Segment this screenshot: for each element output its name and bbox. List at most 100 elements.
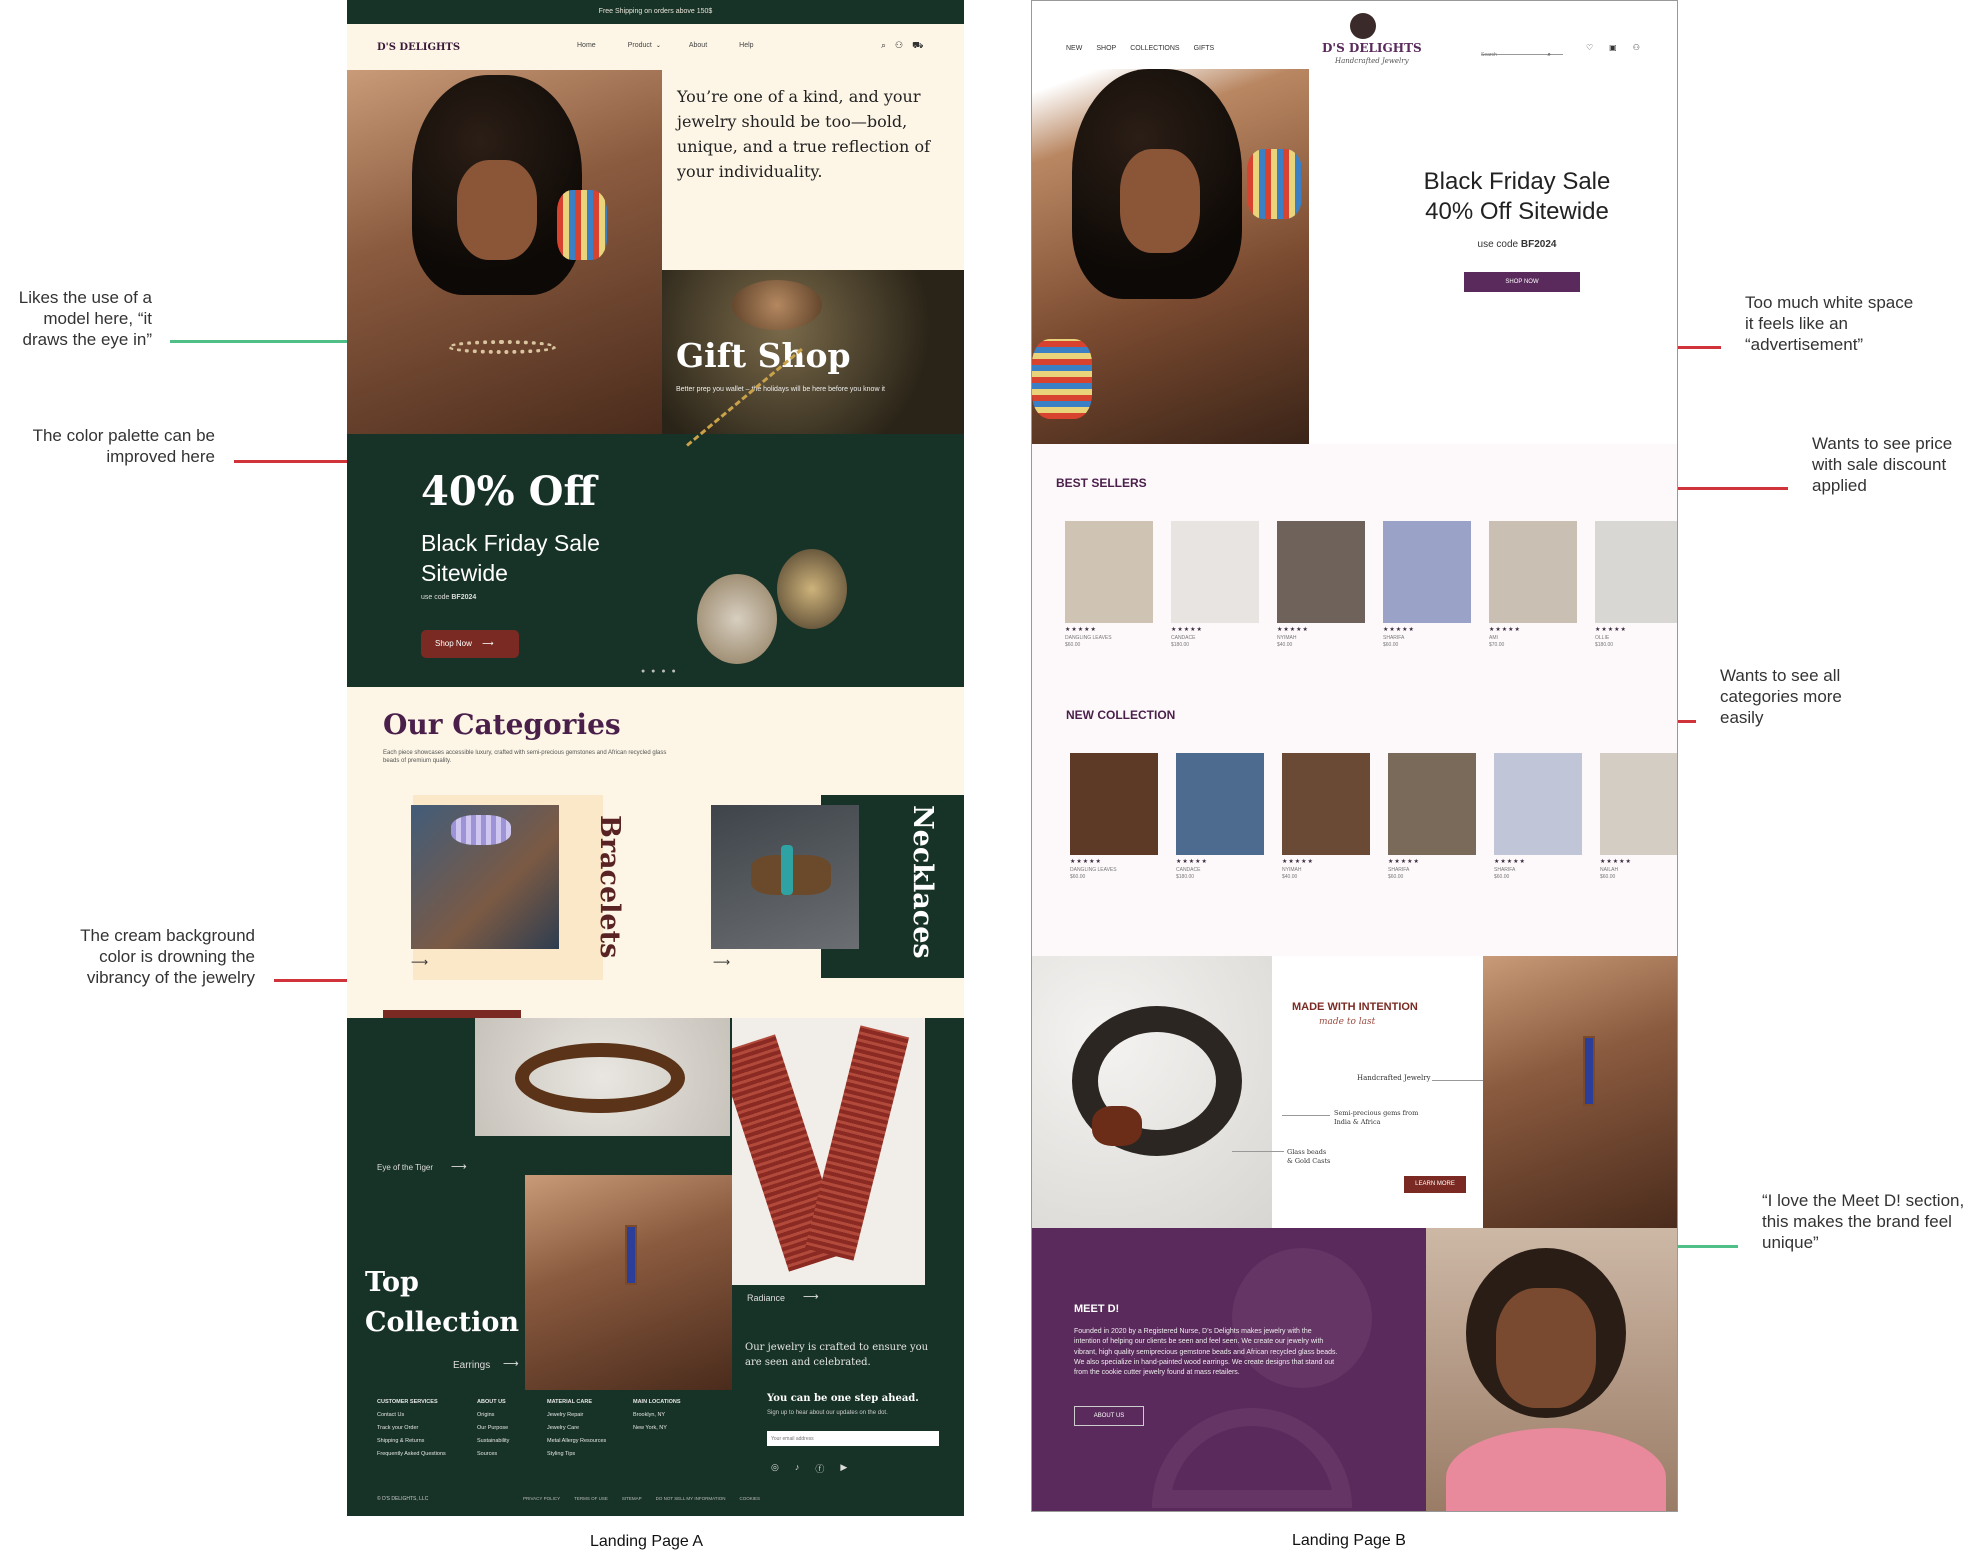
product-card[interactable] xyxy=(1065,521,1153,623)
nav-product[interactable]: Product xyxy=(628,42,652,49)
facebook-icon[interactable]: ⓕ xyxy=(815,1462,824,1475)
arrow-right-icon[interactable]: ⟶ xyxy=(451,1160,467,1173)
promo-bar: Free Shipping on orders above 150$ xyxy=(347,0,964,24)
gift-shop-banner[interactable]: Gift Shop Better prep you wallet – the h… xyxy=(662,270,964,434)
callout-line xyxy=(1232,1151,1284,1152)
logo[interactable]: D'S DELIGHTS xyxy=(1322,41,1422,55)
legal-link[interactable]: DO NOT SELL MY INFORMATION xyxy=(656,1496,726,1501)
product-card[interactable] xyxy=(1494,753,1582,855)
cart-icon[interactable]: ⛟ xyxy=(912,40,923,52)
collection-earrings-label[interactable]: Earrings xyxy=(453,1360,490,1371)
product-name[interactable]: NYIMAH xyxy=(1277,635,1296,642)
carousel-dots[interactable]: ● ● ● ● xyxy=(641,668,678,675)
product-name[interactable]: DANGLING LEAVES xyxy=(1070,867,1117,874)
heart-icon[interactable]: ♡ xyxy=(1586,43,1593,52)
footer-link[interactable]: Styling Tips xyxy=(547,1448,613,1461)
footer-link[interactable]: Jewelry Repair xyxy=(547,1409,613,1422)
collection-radiance-label[interactable]: Radiance xyxy=(747,1293,785,1303)
product-name[interactable]: NAILAH xyxy=(1600,867,1618,874)
bracelet-photo xyxy=(1032,956,1272,1228)
footer-link[interactable]: Brooklyn, NY xyxy=(633,1409,693,1422)
nav-gifts[interactable]: GIFTS xyxy=(1194,45,1215,52)
footer-link[interactable]: Contact Us xyxy=(377,1409,457,1422)
callout-glass: Glass beads & Gold Casts xyxy=(1287,1148,1330,1166)
footer-heading: ABOUT US xyxy=(477,1399,506,1405)
tiktok-icon[interactable]: ♪ xyxy=(795,1462,800,1475)
legal-link[interactable]: PRIVACY POLICY xyxy=(523,1496,560,1501)
product-name[interactable]: SHARIFA xyxy=(1388,867,1409,874)
product-name[interactable]: AMI xyxy=(1489,635,1498,642)
email-input[interactable] xyxy=(767,1431,939,1446)
footer-link[interactable]: New York, NY xyxy=(633,1422,693,1435)
footer-link[interactable]: Metal Allergy Resources xyxy=(547,1435,613,1448)
product-card[interactable] xyxy=(1277,521,1365,623)
user-icon[interactable]: ⚇ xyxy=(895,40,903,52)
footer-link[interactable]: Track your Order xyxy=(377,1422,457,1435)
footer-link[interactable]: Shipping & Returns xyxy=(377,1435,457,1448)
product-name[interactable]: CANDACE xyxy=(1171,635,1195,642)
legal-link[interactable]: TERMS OF USE xyxy=(574,1496,608,1501)
product-card[interactable] xyxy=(1388,753,1476,855)
nav-new[interactable]: NEW xyxy=(1066,45,1082,52)
product-price: $40.00 xyxy=(1277,642,1293,648)
collection-eye-of-tiger-label[interactable]: Eye of the Tiger xyxy=(377,1163,433,1172)
product-price: $180.00 xyxy=(1595,642,1614,648)
eye-of-tiger-photo[interactable] xyxy=(475,1018,730,1136)
product-card[interactable] xyxy=(1171,521,1259,623)
product-name[interactable]: SHARIFA xyxy=(1494,867,1515,874)
earrings-photo[interactable] xyxy=(525,1175,732,1390)
footer-link[interactable]: Frequently Asked Questions xyxy=(377,1448,457,1461)
about-us-button[interactable]: ABOUT US xyxy=(1074,1406,1144,1426)
product-card[interactable] xyxy=(1600,753,1677,855)
product-card[interactable] xyxy=(1282,753,1370,855)
product-card[interactable] xyxy=(1176,753,1264,855)
product-card[interactable] xyxy=(1489,521,1577,623)
shop-now-button[interactable]: SHOP NOW xyxy=(1464,272,1580,292)
bracelets-photo[interactable] xyxy=(411,805,559,949)
product-card[interactable] xyxy=(1383,521,1471,623)
footer-link[interactable]: Sources xyxy=(477,1448,527,1461)
legal-link[interactable]: COOKIES xyxy=(739,1496,760,1501)
top-collection-title: Top Collection xyxy=(365,1263,519,1343)
product-name[interactable]: DANGLING LEAVES xyxy=(1065,635,1112,642)
arrow-right-icon[interactable]: ⟶ xyxy=(713,955,730,969)
necklaces-photo[interactable] xyxy=(711,805,859,949)
chevron-down-icon[interactable]: ⌄ xyxy=(656,42,661,49)
legal-link[interactable]: SITEMAP xyxy=(622,1496,642,1501)
nav-shop[interactable]: SHOP xyxy=(1096,45,1116,52)
search-input[interactable] xyxy=(1481,52,1543,58)
product-card[interactable] xyxy=(1070,753,1158,855)
product-price: $60.00 xyxy=(1065,642,1081,648)
arrow-right-icon[interactable]: ⟶ xyxy=(503,1357,519,1370)
shop-now-button[interactable]: Shop Now ⟶ xyxy=(421,630,519,658)
instagram-icon[interactable]: ◎ xyxy=(771,1462,779,1475)
nav-about[interactable]: About xyxy=(689,42,707,49)
footer-link[interactable]: Sustainability xyxy=(477,1435,527,1448)
arrow-right-icon: ⟶ xyxy=(482,639,494,648)
category-necklaces-label[interactable]: Necklaces xyxy=(907,805,938,959)
bag-icon[interactable]: ▣ xyxy=(1609,43,1617,52)
logo[interactable]: D'S DELIGHTS xyxy=(377,42,460,53)
product-name[interactable]: CANDACE xyxy=(1176,867,1200,874)
user-icon[interactable]: ⚇ xyxy=(1633,43,1640,52)
product-name[interactable]: NYIMAH xyxy=(1282,867,1301,874)
footer-link[interactable]: Jewelry Care xyxy=(547,1422,613,1435)
nav-home[interactable]: Home xyxy=(577,42,596,49)
footer-link[interactable]: Our Purpose xyxy=(477,1422,527,1435)
product-name[interactable]: SHARIFA xyxy=(1383,635,1404,642)
search-icon[interactable]: ⌕ xyxy=(1547,52,1550,58)
radiance-photo[interactable] xyxy=(732,1018,925,1285)
category-bracelets-label[interactable]: Bracelets xyxy=(594,815,625,958)
nav-help[interactable]: Help xyxy=(739,42,753,49)
sale-headline: 40% Off xyxy=(421,468,597,515)
search-icon[interactable]: ⌕ xyxy=(881,40,886,52)
youtube-icon[interactable]: ▶ xyxy=(840,1462,847,1475)
arrow-right-icon[interactable]: ⟶ xyxy=(411,955,428,969)
nav-collections[interactable]: COLLECTIONS xyxy=(1130,45,1179,52)
footer-link[interactable]: Origins xyxy=(477,1409,527,1422)
arrow-right-icon[interactable]: ⟶ xyxy=(803,1290,819,1303)
search-box[interactable]: ⌕ xyxy=(1481,43,1563,58)
learn-more-button[interactable]: LEARN MORE xyxy=(1404,1176,1466,1193)
product-name[interactable]: OLLIE xyxy=(1595,635,1609,642)
product-card[interactable] xyxy=(1595,521,1677,623)
